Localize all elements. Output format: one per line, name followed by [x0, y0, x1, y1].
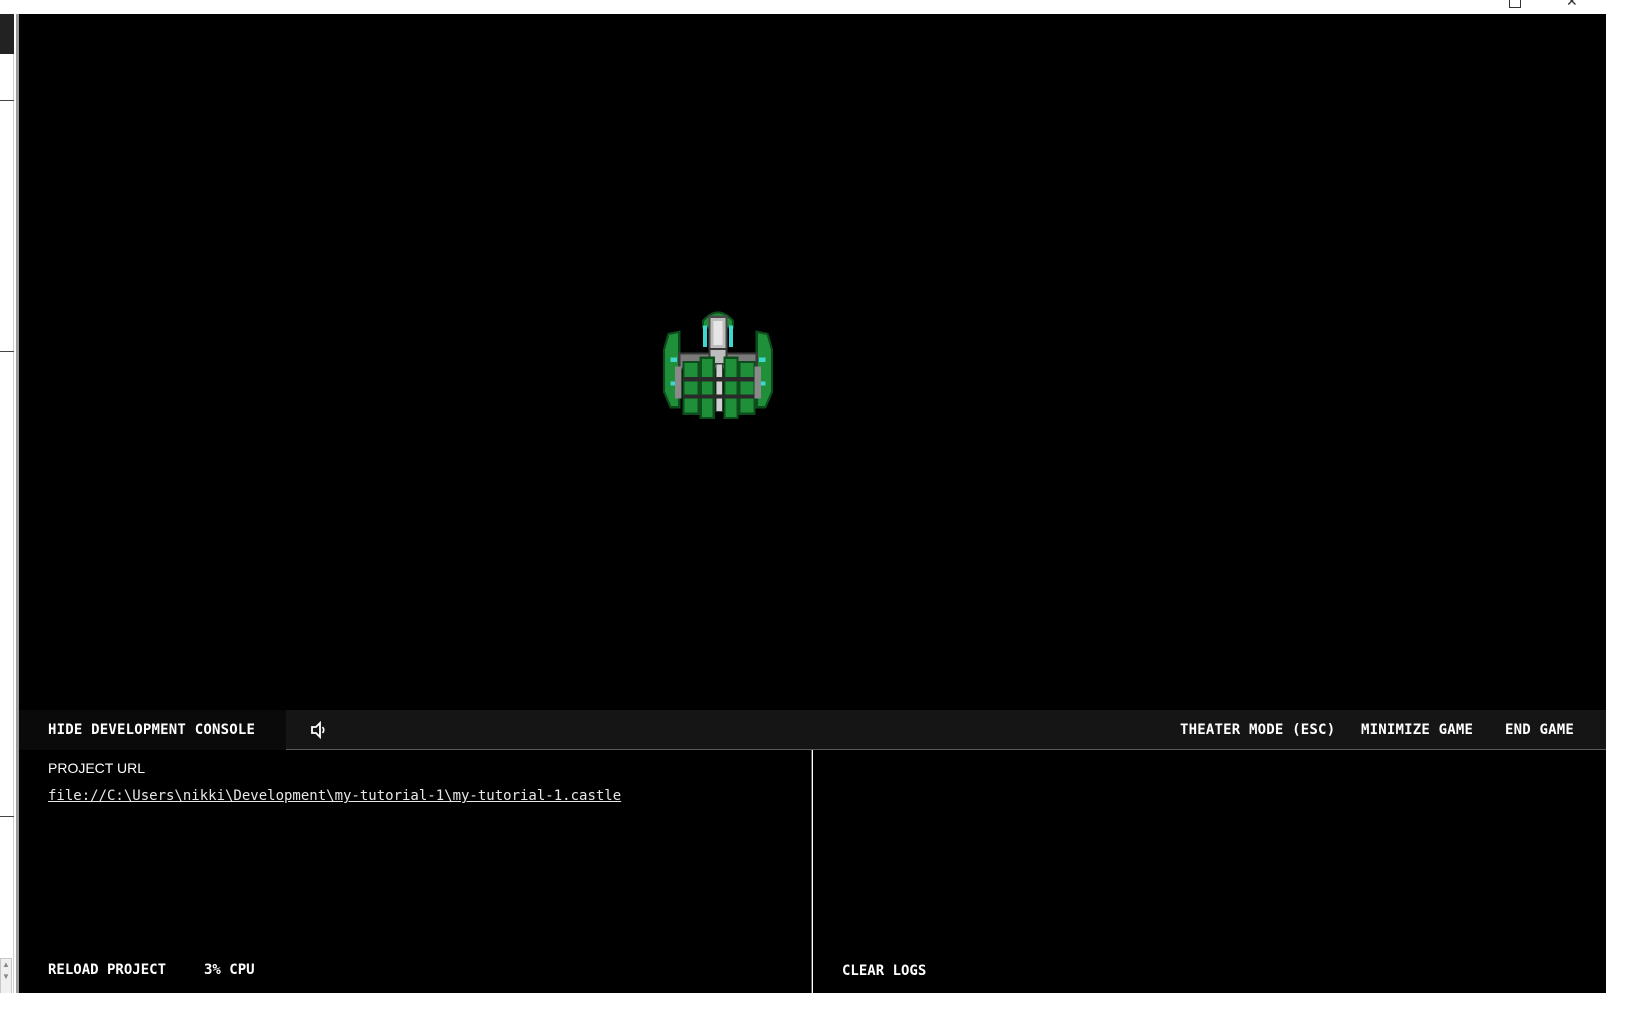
project-url-link[interactable]: file://C:\Users\nikki\Development\my-tut… — [48, 788, 621, 804]
maximize-icon[interactable] — [1509, 0, 1521, 8]
window-bottom-edge — [0, 993, 1625, 1014]
game-canvas[interactable] — [19, 14, 1606, 710]
spaceship-sprite — [663, 311, 773, 420]
speaker-icon[interactable] — [304, 710, 334, 750]
theater-mode-button[interactable]: THEATER MODE (ESC) — [1180, 710, 1335, 750]
reload-project-button[interactable]: RELOAD PROJECT — [48, 962, 166, 978]
project-url-label: PROJECT URL — [48, 760, 145, 776]
end-game-button[interactable]: END GAME — [1505, 710, 1574, 750]
divider — [0, 816, 14, 817]
divider — [0, 100, 14, 101]
divider — [0, 351, 14, 352]
window-titlebar: ✕ — [0, 0, 1625, 14]
hide-console-button[interactable]: HIDE DEVELOPMENT CONSOLE — [19, 710, 286, 750]
editor-strip — [0, 14, 14, 1014]
editor-tab[interactable] — [0, 14, 14, 54]
window-right-edge — [1606, 14, 1625, 1014]
minimize-game-button[interactable]: MINIMIZE GAME — [1361, 710, 1473, 750]
cpu-usage: 3% CPU — [204, 962, 255, 978]
logs-panel: CLEAR LOGS — [813, 750, 1606, 993]
project-panel: PROJECT URL file://C:\Users\nikki\Develo… — [19, 750, 812, 993]
console-toolbar: HIDE DEVELOPMENT CONSOLE THEATER MODE (E… — [19, 710, 1606, 750]
clear-logs-button[interactable]: CLEAR LOGS — [842, 963, 926, 979]
close-icon[interactable]: ✕ — [1566, 0, 1578, 9]
editor-left-edge: ▲ ▼ — [0, 14, 20, 1014]
